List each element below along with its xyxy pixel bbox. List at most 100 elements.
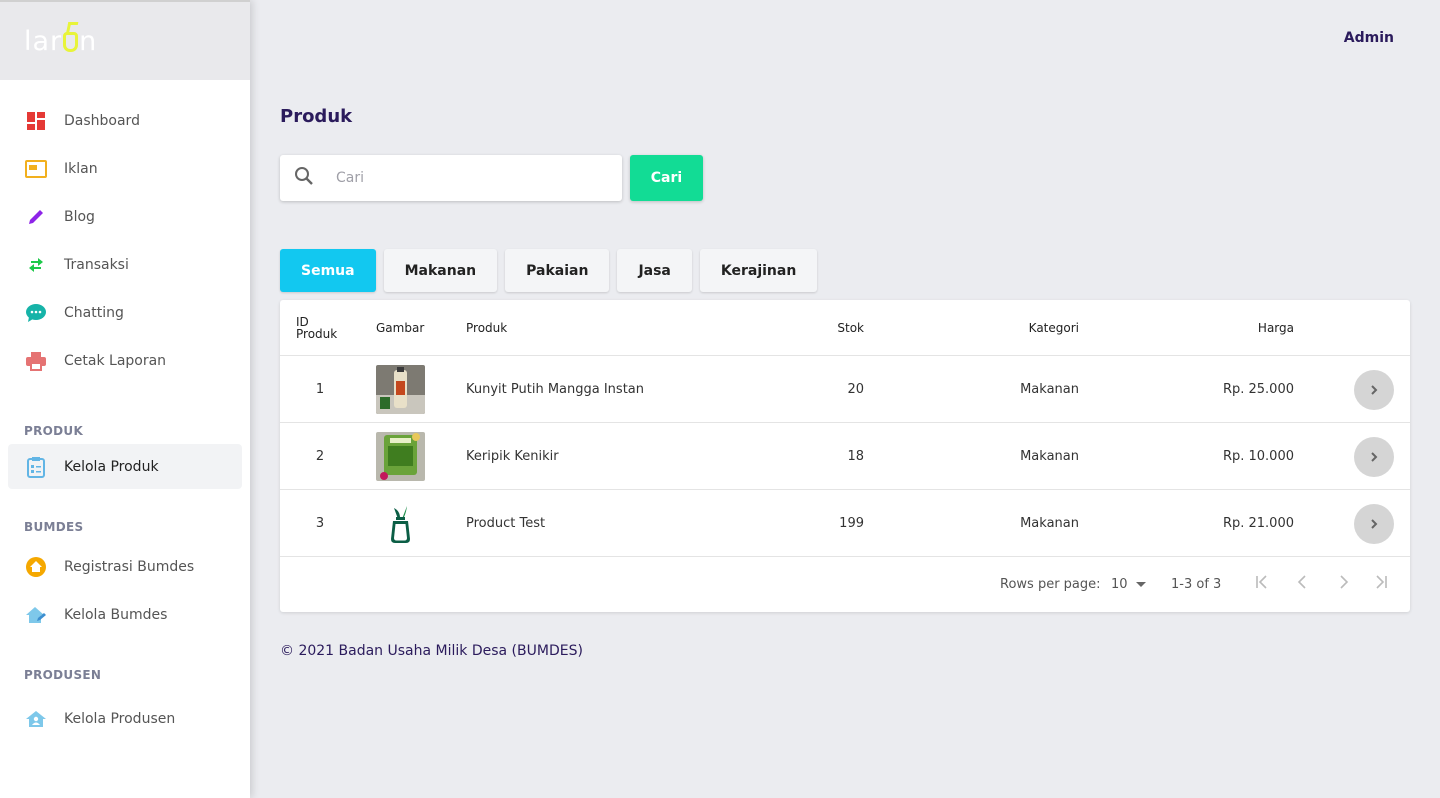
last-page-icon: [1376, 575, 1387, 589]
section-title-produsen: PRODUSEN: [24, 668, 102, 682]
column-header-image[interactable]: Gambar: [376, 321, 424, 335]
table-row[interactable]: 1 Kunyit Putih Mangga Instan 20 Makanan …: [280, 356, 1410, 423]
table-pagination: Rows per page: 10 1-3 of 3: [280, 557, 1410, 612]
swap-icon: [24, 253, 48, 277]
ad-icon: [24, 157, 48, 181]
cell-action: [1354, 356, 1394, 423]
rows-per-page-select[interactable]: 10: [1111, 577, 1146, 592]
cell-action: [1354, 423, 1394, 490]
sidebar-item-transaksi[interactable]: Transaksi: [8, 242, 242, 287]
sidebar-item-label: Blog: [64, 208, 95, 225]
sidebar-item-label: Kelola Bumdes: [64, 606, 168, 623]
sidebar-item-label: Kelola Produsen: [64, 710, 176, 727]
rows-per-page-label: Rows per page:: [1000, 577, 1101, 592]
page-title: Produk: [280, 106, 353, 127]
dashboard-icon: [24, 109, 48, 133]
sidebar-item-kelola-produsen[interactable]: Kelola Produsen: [8, 696, 242, 741]
sidebar-item-label: Transaksi: [64, 256, 129, 273]
search-icon: [294, 166, 314, 190]
product-table: ID Produk Gambar Produk Stok Kategori Ha…: [280, 300, 1410, 612]
chevron-right-icon: [1371, 384, 1378, 395]
sidebar-item-label: Registrasi Bumdes: [64, 558, 195, 575]
tab-pakaian[interactable]: Pakaian: [505, 249, 610, 292]
sidebar-nav: Dashboard Iklan Blog Transaksi Chatting: [0, 80, 250, 741]
cell-id: 3: [315, 516, 325, 531]
caret-down-icon: [1135, 581, 1146, 587]
table-row[interactable]: 3 Product Test 199 Makanan Rp. 21.000: [280, 490, 1410, 557]
sidebar-item-label: Cetak Laporan: [64, 352, 167, 369]
clipboard-icon: [24, 455, 48, 479]
tab-makanan[interactable]: Makanan: [383, 249, 498, 292]
sidebar-item-kelola-bumdes[interactable]: Kelola Bumdes: [8, 592, 242, 637]
sidebar-item-kelola-produk[interactable]: Kelola Produk: [8, 444, 242, 489]
sidebar: lar n Dashboard Iklan Blog Transaksi Cha…: [0, 0, 250, 798]
cell-product: Product Test: [466, 516, 546, 531]
house-edit-icon: [24, 603, 48, 627]
cell-image: [376, 356, 425, 423]
chevron-left-icon: [1297, 575, 1306, 589]
cell-category: Makanan: [1020, 516, 1079, 531]
column-header-product[interactable]: Produk: [466, 321, 507, 335]
section-title-bumdes: BUMDES: [24, 520, 84, 534]
cell-image: [376, 490, 425, 557]
printer-icon: [24, 349, 48, 373]
cell-id: 1: [315, 382, 325, 397]
prev-page-button[interactable]: [1296, 575, 1310, 593]
search-input[interactable]: [336, 170, 596, 186]
app-logo[interactable]: lar n: [24, 26, 97, 57]
cell-stock: 20: [847, 382, 864, 397]
first-page-icon: [1256, 575, 1267, 589]
cell-price: Rp. 10.000: [1222, 449, 1294, 464]
column-header-price[interactable]: Harga: [1194, 321, 1294, 335]
cell-stock: 18: [847, 449, 864, 464]
next-page-button[interactable]: [1336, 575, 1350, 593]
cell-id: 2: [315, 449, 325, 464]
bag-logo-icon: [63, 31, 79, 52]
cell-product: Kunyit Putih Mangga Instan: [466, 382, 644, 397]
table-header: ID Produk Gambar Produk Stok Kategori Ha…: [280, 300, 1410, 356]
pagination-range: 1-3 of 3: [1171, 577, 1222, 592]
sidebar-item-label: Kelola Produk: [64, 458, 159, 475]
row-detail-button[interactable]: [1354, 369, 1394, 410]
chevron-right-icon: [1371, 518, 1378, 529]
cell-image: [376, 423, 425, 490]
footer-copyright: © 2021 Badan Usaha Milik Desa (BUMDES): [280, 643, 583, 659]
product-thumbnail: [376, 365, 425, 414]
row-detail-button[interactable]: [1354, 503, 1394, 544]
product-thumbnail: [376, 432, 425, 481]
house-user-icon: [24, 707, 48, 731]
home-icon: [24, 555, 48, 579]
sidebar-item-iklan[interactable]: Iklan: [8, 146, 242, 191]
sidebar-item-label: Iklan: [64, 160, 98, 177]
sidebar-item-cetak-laporan[interactable]: Cetak Laporan: [8, 338, 242, 383]
user-menu[interactable]: Admin: [1344, 30, 1394, 46]
sidebar-item-registrasi-bumdes[interactable]: Registrasi Bumdes: [8, 544, 242, 589]
column-header-category[interactable]: Kategori: [979, 321, 1079, 335]
section-title-produk: PRODUK: [24, 424, 84, 438]
cell-product: Keripik Kenikir: [466, 449, 559, 464]
table-row[interactable]: 2 Keripik Kenikir 18 Makanan Rp. 10.000: [280, 423, 1410, 490]
tab-semua[interactable]: Semua: [280, 249, 376, 292]
category-tabs: Semua Makanan Pakaian Jasa Kerajinan: [280, 249, 825, 292]
tab-jasa[interactable]: Jasa: [617, 249, 692, 292]
search-box: [280, 155, 622, 201]
cell-category: Makanan: [1020, 382, 1079, 397]
last-page-button[interactable]: [1374, 575, 1388, 593]
sidebar-item-blog[interactable]: Blog: [8, 194, 242, 239]
search-button[interactable]: Cari: [630, 155, 703, 201]
cell-stock: 199: [839, 516, 864, 531]
cell-price: Rp. 25.000: [1222, 382, 1294, 397]
column-header-stock[interactable]: Stok: [764, 321, 864, 335]
product-thumbnail: [376, 499, 425, 548]
cell-category: Makanan: [1020, 449, 1079, 464]
row-detail-button[interactable]: [1354, 436, 1394, 477]
first-page-button[interactable]: [1255, 575, 1269, 593]
sidebar-item-dashboard[interactable]: Dashboard: [8, 98, 242, 143]
tab-kerajinan[interactable]: Kerajinan: [699, 249, 818, 292]
cell-action: [1354, 490, 1394, 557]
column-header-id[interactable]: ID Produk: [296, 316, 342, 340]
sidebar-item-chatting[interactable]: Chatting: [8, 290, 242, 335]
chevron-right-icon: [1371, 451, 1378, 462]
sidebar-item-label: Dashboard: [64, 112, 140, 129]
sidebar-item-label: Chatting: [64, 304, 124, 321]
